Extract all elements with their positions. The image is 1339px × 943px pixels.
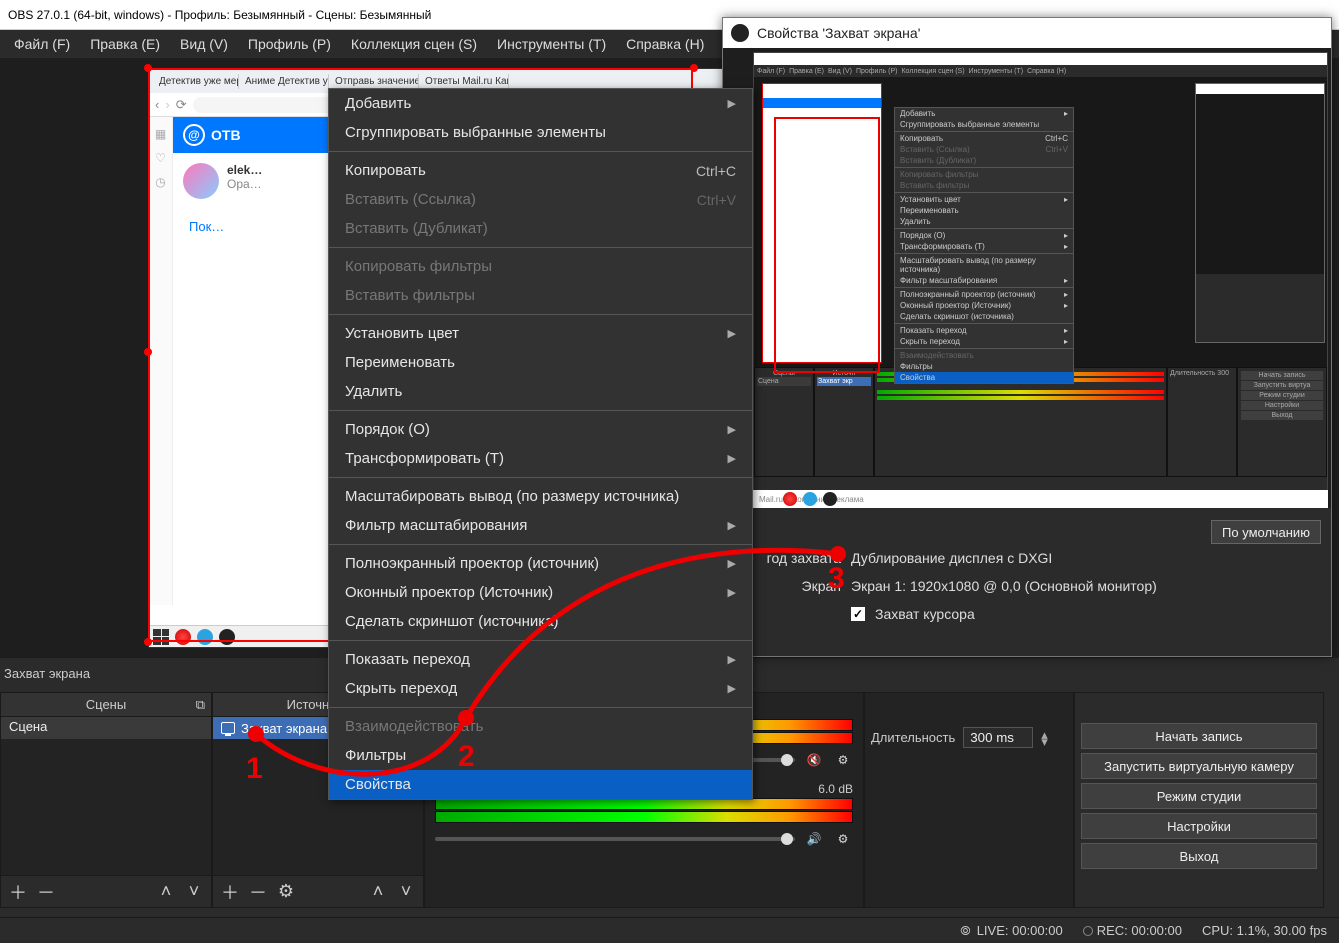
resize-handle[interactable] — [144, 348, 152, 356]
obs-icon — [731, 24, 749, 42]
ctx-item[interactable]: Порядок (O)▶ — [329, 415, 752, 444]
menu-view[interactable]: Вид (V) — [170, 32, 238, 56]
status-bar: ⦾ LIVE: 00:00:00 REC: 00:00:00 CPU: 1.1%,… — [0, 917, 1339, 943]
ctx-item[interactable]: Сгруппировать выбранные элементы — [329, 118, 752, 147]
nested-props-window — [1195, 83, 1325, 343]
speaker-volume-slider[interactable] — [435, 837, 795, 841]
ctx-item[interactable]: Сделать скриншот (источника) — [329, 607, 752, 636]
props-title-text: Свойства 'Захват экрана' — [757, 25, 920, 41]
dock-popout-icon[interactable]: ⧉ — [196, 697, 205, 713]
menu-file[interactable]: Файл (F) — [4, 32, 80, 56]
menu-profile[interactable]: Профиль (P) — [238, 32, 341, 56]
titlebar-text: OBS 27.0.1 (64-bit, windows) - Профиль: … — [8, 8, 431, 22]
ctx-item[interactable]: Установить цвет▶ — [329, 319, 752, 348]
remove-scene-button[interactable]: － — [35, 881, 57, 903]
ctx-item[interactable]: Скрыть переход▶ — [329, 674, 752, 703]
status-rec: REC: 00:00:00 — [1097, 923, 1182, 938]
scene-row[interactable]: Сцена — [1, 717, 211, 739]
source-context-menu[interactable]: Добавить▶Сгруппировать выбранные элемент… — [328, 88, 753, 800]
telegram-icon — [803, 492, 817, 506]
start-recording-button[interactable]: Начать запись — [1081, 723, 1317, 749]
ctx-item: Копировать фильтры — [329, 252, 752, 281]
screen-value[interactable]: Экран 1: 1920x1080 @ 0,0 (Основной монит… — [851, 578, 1157, 594]
start-virtualcam-button[interactable]: Запустить виртуальную камеру — [1081, 753, 1317, 779]
annotation-2: 2 — [458, 740, 475, 774]
add-scene-button[interactable]: ＋ — [7, 881, 29, 903]
status-live: LIVE: 00:00:00 — [977, 923, 1063, 938]
defaults-button[interactable]: По умолчанию — [1211, 520, 1321, 544]
opera-icon — [783, 492, 797, 506]
menu-tools[interactable]: Инструменты (T) — [487, 32, 616, 56]
duration-label: Длительность — [871, 730, 955, 745]
nested-obs-preview: Файл (F)Правка (E)Вид (V)Профиль (P)Колл… — [753, 52, 1328, 508]
duration-field[interactable] — [963, 727, 1033, 748]
settings-button[interactable]: Настройки — [1081, 813, 1317, 839]
capture-method-value[interactable]: Дублирование дисплея с DXGI — [851, 550, 1052, 566]
annotation-1: 1 — [246, 752, 263, 786]
menu-help[interactable]: Справка (H) — [616, 32, 714, 56]
ctx-item[interactable]: Фильтр масштабирования▶ — [329, 511, 752, 540]
ctx-item: Взаимодействовать — [329, 712, 752, 741]
ctx-item: Вставить (Дубликат) — [329, 214, 752, 243]
transitions-panel[interactable]: Длительность ▴▾ — [864, 692, 1074, 908]
scenes-header: Сцены ⧉ — [1, 693, 211, 717]
resize-handle[interactable] — [144, 638, 152, 646]
capture-cursor-label: Захват курсора — [875, 606, 975, 622]
exit-button[interactable]: Выход — [1081, 843, 1317, 869]
scene-down-button[interactable]: ˅ — [183, 881, 205, 903]
ctx-item: Вставить фильтры — [329, 281, 752, 310]
remove-source-button[interactable]: － — [247, 881, 269, 903]
ctx-item[interactable]: Полноэкранный проектор (источник)▶ — [329, 549, 752, 578]
ctx-item[interactable]: Свойства — [329, 770, 752, 799]
ctx-item[interactable]: Добавить▶ — [329, 89, 752, 118]
ctx-item[interactable]: Показать переход▶ — [329, 645, 752, 674]
resize-handle[interactable] — [144, 64, 152, 72]
scenes-toolbar: ＋ － ˄ ˅ — [1, 875, 211, 907]
props-titlebar[interactable]: Свойства 'Захват экрана' — [723, 18, 1331, 48]
source-props-button[interactable]: ⚙ — [275, 881, 297, 903]
resize-handle[interactable] — [690, 64, 698, 72]
ctx-item[interactable]: КопироватьCtrl+C — [329, 156, 752, 185]
studio-mode-button[interactable]: Режим студии — [1081, 783, 1317, 809]
capture-method-label: год захвата — [741, 550, 841, 566]
speaker-icon[interactable]: 🔊 — [801, 829, 827, 849]
nested-selection — [774, 117, 880, 373]
status-cpu: CPU: 1.1%, 30.00 fps — [1202, 923, 1327, 938]
controls-panel[interactable]: Начать запись Запустить виртуальную каме… — [1074, 692, 1324, 908]
speaker-settings-icon[interactable]: ⚙ — [833, 829, 853, 849]
broadcast-icon: ⦾ — [960, 923, 970, 939]
menu-edit[interactable]: Правка (E) — [80, 32, 170, 56]
screen-label: Экран — [741, 578, 841, 594]
source-properties-window[interactable]: Свойства 'Захват экрана' Файл (F)Правка … — [722, 17, 1332, 657]
mic-mute-icon[interactable]: 🔇 — [801, 750, 827, 770]
annotation-3: 3 — [828, 562, 845, 596]
speaker-meter — [435, 811, 853, 823]
capture-cursor-checkbox[interactable]: ✓ — [851, 607, 865, 621]
source-down-button[interactable]: ˅ — [395, 881, 417, 903]
ctx-item[interactable]: Удалить — [329, 377, 752, 406]
menu-scenes[interactable]: Коллекция сцен (S) — [341, 32, 487, 56]
sources-toolbar: ＋ － ⚙ ˄ ˅ — [213, 875, 423, 907]
ctx-item[interactable]: Фильтры — [329, 741, 752, 770]
ctx-item[interactable]: Трансформировать (T)▶ — [329, 444, 752, 473]
duration-row: Длительность ▴▾ — [865, 723, 1073, 752]
obs-main-window: OBS 27.0.1 (64-bit, windows) - Профиль: … — [0, 0, 1339, 943]
props-preview: Файл (F)Правка (E)Вид (V)Профиль (P)Колл… — [723, 48, 1331, 508]
stepper-icon[interactable]: ▴▾ — [1041, 731, 1048, 745]
ctx-item[interactable]: Оконный проектор (Источник)▶ — [329, 578, 752, 607]
scenes-panel[interactable]: Сцены ⧉ Сцена ＋ － ˄ ˅ — [0, 692, 212, 908]
scene-up-button[interactable]: ˄ — [155, 881, 177, 903]
source-up-button[interactable]: ˄ — [367, 881, 389, 903]
ctx-item[interactable]: Масштабировать вывод (по размеру источни… — [329, 482, 752, 511]
obs-icon — [823, 492, 837, 506]
mic-settings-icon[interactable]: ⚙ — [833, 750, 853, 770]
preview-label: Захват экрана — [4, 666, 90, 681]
ctx-item[interactable]: Переименовать — [329, 348, 752, 377]
display-capture-icon — [221, 722, 235, 734]
nested-context-menu: Добавить▸ Сгруппировать выбранные элемен… — [894, 107, 1074, 384]
rec-dot-icon — [1083, 926, 1093, 936]
add-source-button[interactable]: ＋ — [219, 881, 241, 903]
ctx-item: Вставить (Ссылка)Ctrl+V — [329, 185, 752, 214]
